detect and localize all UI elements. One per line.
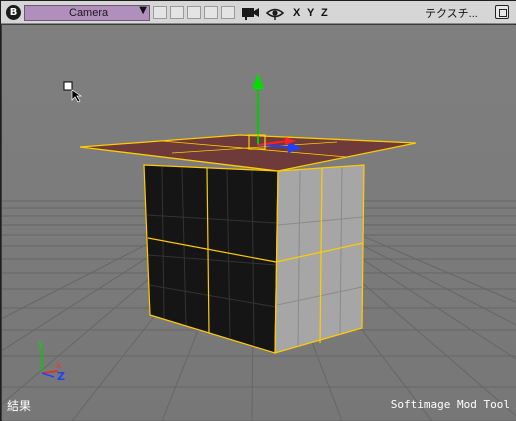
camera-label: Camera	[69, 7, 109, 19]
chevron-down-icon: ▼	[139, 5, 147, 16]
maximize-icon[interactable]	[495, 5, 509, 19]
eye-icon[interactable]	[266, 5, 284, 21]
view-slot-button[interactable]	[221, 6, 235, 19]
viewport-toolbar: B Camera ▼ X Y Z テクスチ...	[1, 1, 516, 24]
viewport-letter-button[interactable]: B	[6, 5, 21, 20]
3d-viewport[interactable]: y x Z 結果 Softimage Mod Tool	[2, 25, 516, 421]
scene-canvas[interactable]: y x Z	[2, 25, 516, 421]
view-slot-button[interactable]	[204, 6, 218, 19]
result-label: 結果	[7, 399, 32, 413]
view-slot-button[interactable]	[153, 6, 167, 19]
camera-select[interactable]: Camera ▼	[24, 5, 150, 21]
view-slot-button[interactable]	[170, 6, 184, 19]
svg-text:Z: Z	[57, 370, 65, 383]
view-slot-button[interactable]	[187, 6, 201, 19]
display-mode-menu[interactable]: テクスチ...	[425, 5, 478, 21]
camera-icon[interactable]	[241, 5, 261, 21]
z-axis-toggle[interactable]: Z	[321, 7, 328, 19]
viewport-window: B Camera ▼ X Y Z テクスチ... y x Z 結果 Softim…	[0, 0, 516, 421]
y-axis-toggle[interactable]: Y	[307, 7, 314, 19]
x-axis-toggle[interactable]: X	[293, 7, 300, 19]
app-watermark: Softimage Mod Tool	[390, 398, 510, 411]
svg-text:y: y	[38, 339, 44, 349]
